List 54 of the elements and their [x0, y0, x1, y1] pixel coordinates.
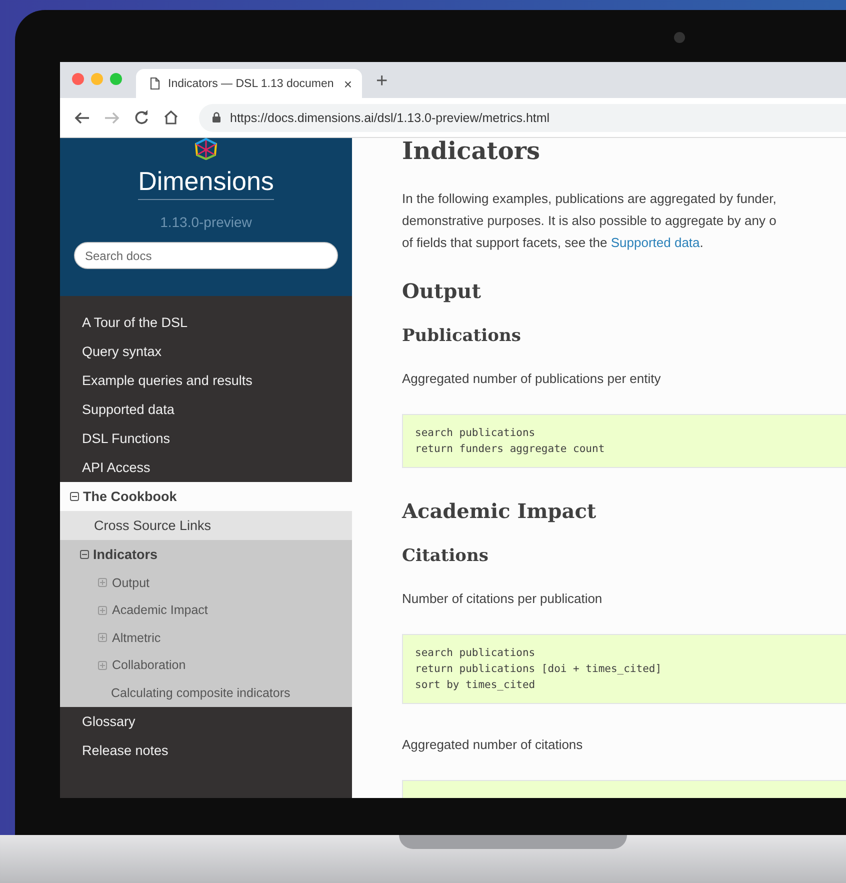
expand-icon[interactable] — [98, 633, 107, 642]
collapse-icon[interactable] — [70, 492, 79, 501]
url-text: https://docs.dimensions.ai/dsl/1.13.0-preview/metrics.html — [230, 110, 550, 124]
expand-icon[interactable] — [98, 660, 107, 670]
sidebar-item[interactable]: Calculating composite indicators — [60, 679, 352, 706]
sidebar-item[interactable]: A Tour of the DSL — [60, 308, 352, 337]
sidebar-item[interactable]: The Cookbook — [60, 482, 352, 511]
sidebar-item[interactable]: DSL Functions — [60, 424, 352, 453]
paragraph: In the following examples, publications are aggregated by funder, demonstrative purposes. It is also possible to aggregate by any o of fields that support facets, see the Supported data. — [402, 190, 778, 252]
address-bar[interactable]: https://docs.dimensions.ai/dsl/1.13.0-preview/metrics.html — [199, 104, 846, 132]
close-tab-button[interactable]: × — [344, 76, 352, 92]
brand-name[interactable]: Dimensions — [138, 166, 274, 200]
paragraph: Number of citations per publication — [402, 590, 604, 608]
back-icon[interactable] — [74, 110, 90, 124]
subsection-heading: Publications — [402, 325, 522, 348]
sidebar-item[interactable]: Academic Impact — [60, 596, 352, 624]
section-heading: Output — [402, 278, 482, 304]
tab-title: Indicators — DSL 1.13 documen — [168, 78, 335, 90]
sidebar-item[interactable]: Release notes — [60, 736, 352, 764]
paragraph: Aggregated number of publications per entity — [402, 370, 662, 388]
collapse-icon[interactable] — [80, 550, 89, 559]
sidebar-item[interactable]: Query syntax — [60, 337, 352, 366]
document-icon — [150, 77, 160, 90]
expand-icon[interactable] — [98, 606, 107, 615]
home-icon[interactable] — [163, 110, 179, 125]
page-title: Indicators — [402, 138, 541, 164]
subsection-heading: Citations — [402, 545, 490, 568]
sidebar-item[interactable]: Glossary — [60, 706, 352, 736]
sidebar-item[interactable]: Output — [60, 569, 352, 596]
code-block: search publications return funders aggregate count — [402, 414, 846, 468]
close-window-icon[interactable] — [72, 73, 84, 85]
section-heading: Academic Impact — [402, 498, 598, 524]
forward-icon[interactable] — [104, 110, 120, 124]
search-field[interactable]: Search docs — [74, 242, 338, 269]
camera-icon — [674, 32, 685, 43]
sidebar-item[interactable]: Supported data — [60, 395, 352, 424]
expand-icon[interactable] — [98, 578, 107, 588]
maximize-window-icon[interactable] — [110, 73, 122, 85]
sidebar-item[interactable]: Altmetric — [60, 624, 352, 652]
link[interactable]: Supported data — [610, 235, 700, 250]
logo-icon — [194, 138, 218, 160]
minimize-window-icon[interactable] — [91, 73, 103, 85]
sidebar-item[interactable]: Collaboration — [60, 652, 352, 679]
paragraph: Aggregated number of citations — [402, 736, 584, 754]
browser-tab[interactable]: Indicators — DSL 1.13 documen × — [136, 69, 362, 98]
reload-icon[interactable] — [134, 110, 149, 125]
new-tab-button[interactable]: + — [362, 70, 388, 98]
sidebar-item[interactable]: Indicators — [60, 540, 352, 569]
version-label: 1.13.0-preview — [160, 214, 252, 230]
sidebar-item[interactable]: Cross Source Links — [60, 511, 352, 540]
lock-icon — [212, 112, 221, 123]
sidebar-item[interactable]: Example queries and results — [60, 366, 352, 395]
sidebar-item[interactable]: API Access — [60, 453, 352, 482]
code-block: search publications return publications [doi + times_cited] sort by times_cited — [402, 634, 846, 704]
